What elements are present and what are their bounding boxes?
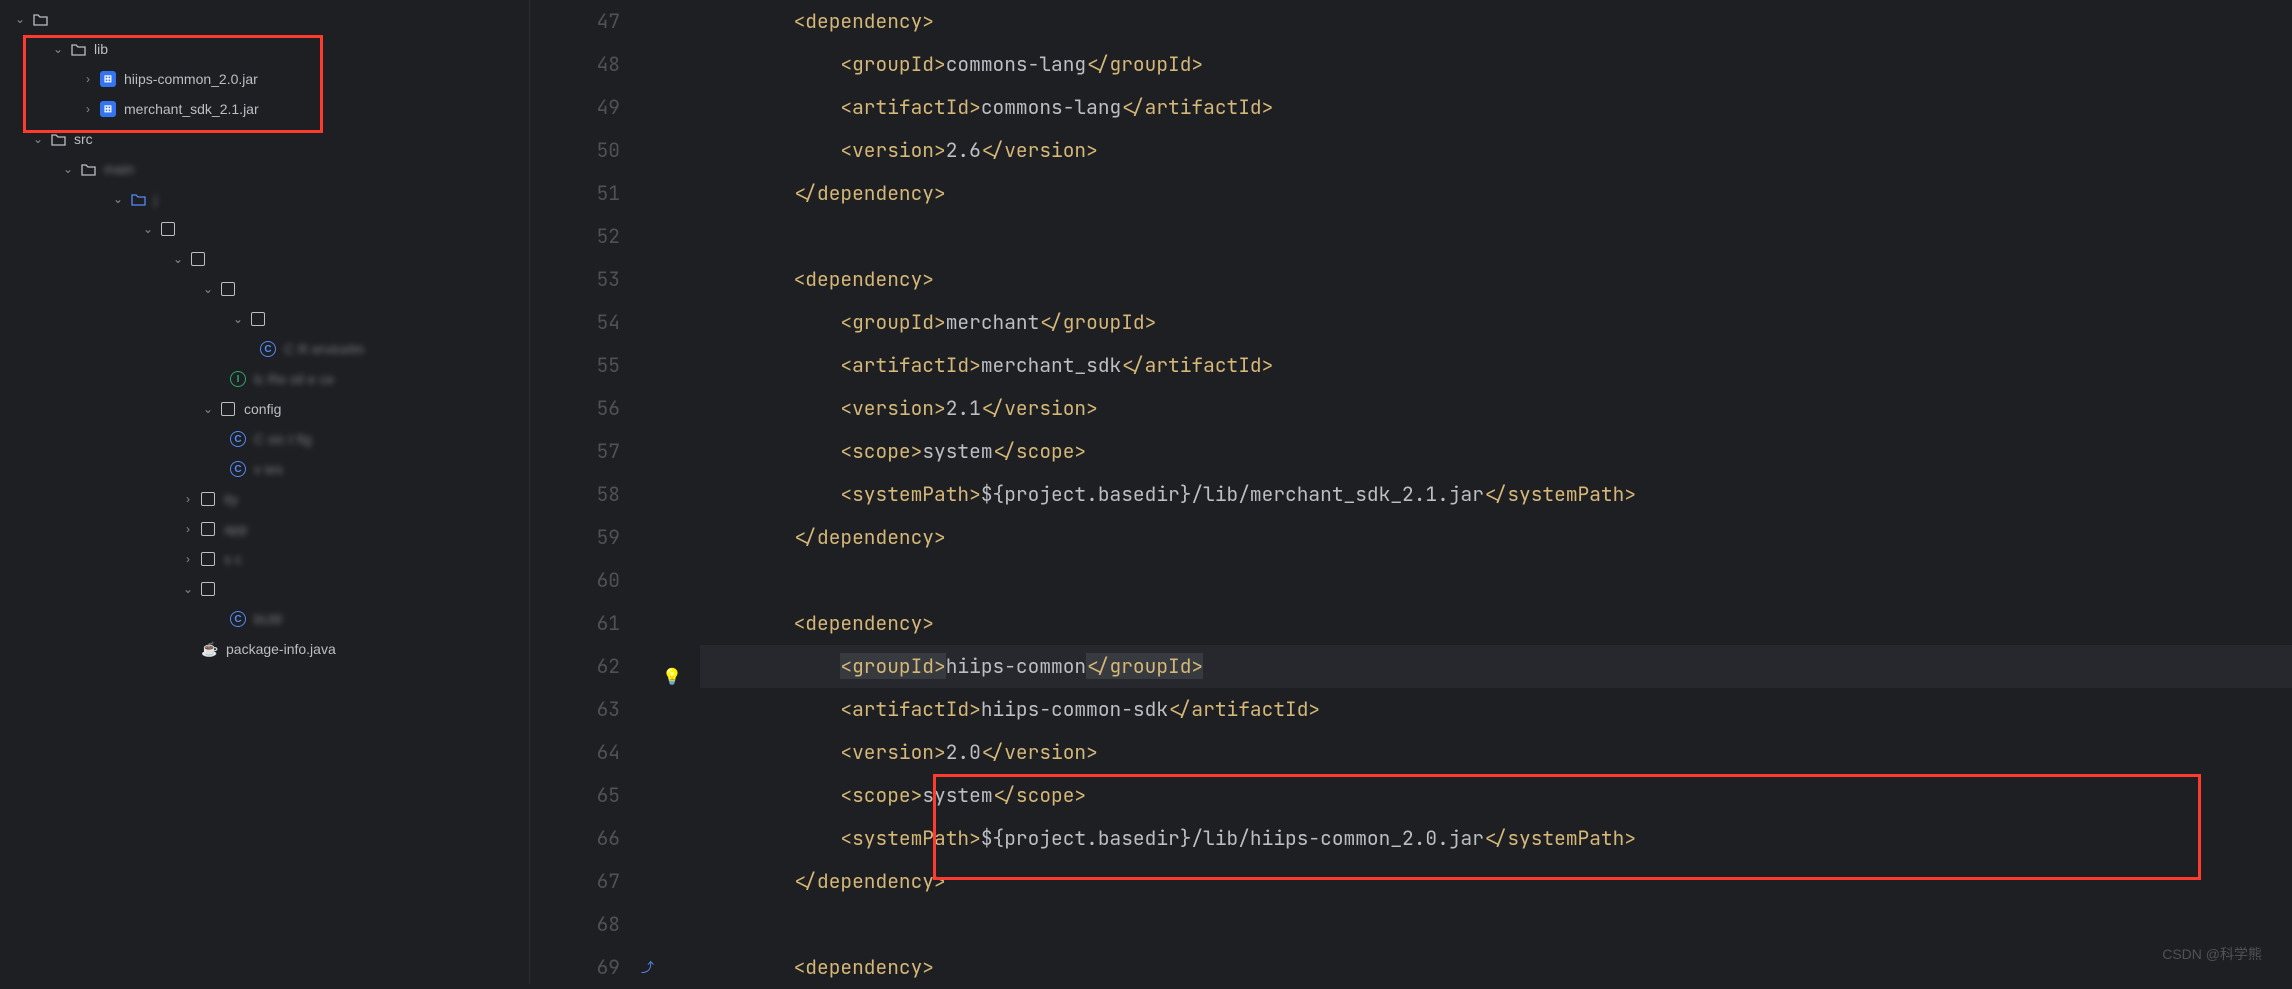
tree-root[interactable]: ⌄ — [0, 4, 529, 34]
code-line[interactable]: <systemPath>${project.basedir}/lib/merch… — [700, 473, 2292, 516]
line-number-gutter: 4748495051525354555657585960616263646566… — [530, 0, 700, 984]
code-line[interactable] — [700, 903, 2292, 946]
watermark-text: CSDN @科学熊 — [2162, 944, 2262, 964]
code-line[interactable]: <artifactId>hiips-common-sdk</artifactId… — [700, 688, 2292, 731]
tree-item[interactable]: ⌄ main — [0, 154, 529, 184]
code-line[interactable]: <dependency> — [700, 0, 2292, 43]
tree-label: v ies — [254, 461, 283, 477]
tree-item[interactable]: ⌄ j — [0, 184, 529, 214]
chevron-right-icon: › — [178, 492, 198, 506]
tree-item[interactable]: ⌄ — [0, 214, 529, 244]
tree-item[interactable]: ⌄ — [0, 574, 529, 604]
tree-label: main — [104, 161, 134, 177]
java-icon: ☕ — [200, 641, 220, 658]
tree-label: package-info.java — [226, 641, 336, 657]
package-icon — [248, 312, 268, 326]
code-line[interactable]: <scope>system</scope> — [700, 430, 2292, 473]
code-line[interactable]: <groupId>merchant</groupId> — [700, 301, 2292, 344]
tree-label: C R ervicelm — [284, 341, 364, 357]
interface-icon: I — [228, 371, 248, 387]
tree-label: config — [244, 401, 281, 417]
tree-label: src — [74, 131, 93, 147]
chevron-down-icon: ⌄ — [58, 162, 78, 176]
code-line[interactable] — [700, 559, 2292, 602]
package-icon — [198, 492, 218, 506]
code-line[interactable]: <dependency> — [700, 946, 2292, 984]
tree-item[interactable]: ⌄ — [0, 304, 529, 334]
tree-item[interactable]: C C sic t fig — [0, 424, 529, 454]
code-line[interactable]: <groupId>commons-lang</groupId> — [700, 43, 2292, 86]
chevron-down-icon: ⌄ — [168, 252, 188, 266]
code-editor[interactable]: 4748495051525354555657585960616263646566… — [530, 0, 2292, 984]
code-line[interactable] — [700, 215, 2292, 258]
tree-label: C sic t fig — [254, 431, 312, 447]
package-icon — [198, 582, 218, 596]
class-icon: C — [228, 431, 248, 447]
package-icon — [188, 252, 208, 266]
chevron-down-icon: ⌄ — [198, 282, 218, 296]
file-tree-sidebar[interactable]: ⌄ ⌄ lib › ⊞ hiips-common_2.0.jar › ⊞ mer… — [0, 0, 530, 984]
chevron-down-icon: ⌄ — [108, 192, 128, 206]
code-line[interactable]: <dependency> — [700, 602, 2292, 645]
tree-label: ity — [224, 491, 238, 507]
folder-icon — [128, 193, 148, 206]
folder-icon — [48, 133, 68, 146]
chevron-down-icon: ⌄ — [198, 402, 218, 416]
chevron-down-icon: ⌄ — [10, 12, 30, 26]
tree-item[interactable]: › app — [0, 514, 529, 544]
tree-item[interactable]: C bUtil — [0, 604, 529, 634]
class-icon: C — [228, 461, 248, 477]
code-line[interactable]: </dependency> — [700, 516, 2292, 559]
chevron-right-icon: › — [178, 552, 198, 566]
tree-item[interactable]: › s c — [0, 544, 529, 574]
annotation-highlight — [933, 774, 2201, 880]
code-line[interactable]: <dependency> — [700, 258, 2292, 301]
package-icon — [198, 552, 218, 566]
package-icon — [218, 402, 238, 416]
chevron-down-icon: ⌄ — [138, 222, 158, 236]
tree-item[interactable]: C v ies — [0, 454, 529, 484]
tree-pkginfo[interactable]: ☕ package-info.java — [0, 634, 529, 664]
tree-label: s c — [224, 551, 242, 567]
chevron-down-icon: ⌄ — [228, 312, 248, 326]
tree-label: j — [154, 191, 157, 207]
code-line[interactable]: </dependency> — [700, 172, 2292, 215]
chevron-down-icon: ⌄ — [28, 132, 48, 146]
chevron-right-icon: › — [178, 522, 198, 536]
chevron-down-icon: ⌄ — [178, 582, 198, 596]
folder-icon — [78, 163, 98, 176]
class-icon: C — [228, 611, 248, 627]
code-line[interactable]: <artifactId>merchant_sdk</artifactId> — [700, 344, 2292, 387]
tree-label: app — [224, 521, 247, 537]
annotation-highlight — [23, 35, 323, 133]
tree-item[interactable]: › ity — [0, 484, 529, 514]
code-line[interactable]: <version>2.0</version> — [700, 731, 2292, 774]
code-line[interactable]: <version>2.1</version> — [700, 387, 2292, 430]
code-line[interactable]: <artifactId>commons-lang</artifactId> — [700, 86, 2292, 129]
class-icon: C — [258, 341, 278, 357]
code-line[interactable]: <version>2.6</version> — [700, 129, 2292, 172]
tree-item[interactable]: I lc Re oil e ce — [0, 364, 529, 394]
tree-config-folder[interactable]: ⌄ config — [0, 394, 529, 424]
package-icon — [158, 222, 178, 236]
tree-item[interactable]: ⌄ — [0, 244, 529, 274]
code-line[interactable]: <groupId>hiips-common</groupId> — [700, 645, 2292, 688]
package-icon — [198, 522, 218, 536]
code-area[interactable]: <dependency> <groupId>commons-lang</grou… — [700, 0, 2292, 984]
tree-item[interactable]: ⌄ — [0, 274, 529, 304]
package-icon — [218, 282, 238, 296]
tree-label: lc Re oil e ce — [254, 371, 334, 387]
tree-item[interactable]: C C R ervicelm — [0, 334, 529, 364]
folder-icon — [30, 13, 50, 26]
tree-label: bUtil — [254, 611, 282, 627]
